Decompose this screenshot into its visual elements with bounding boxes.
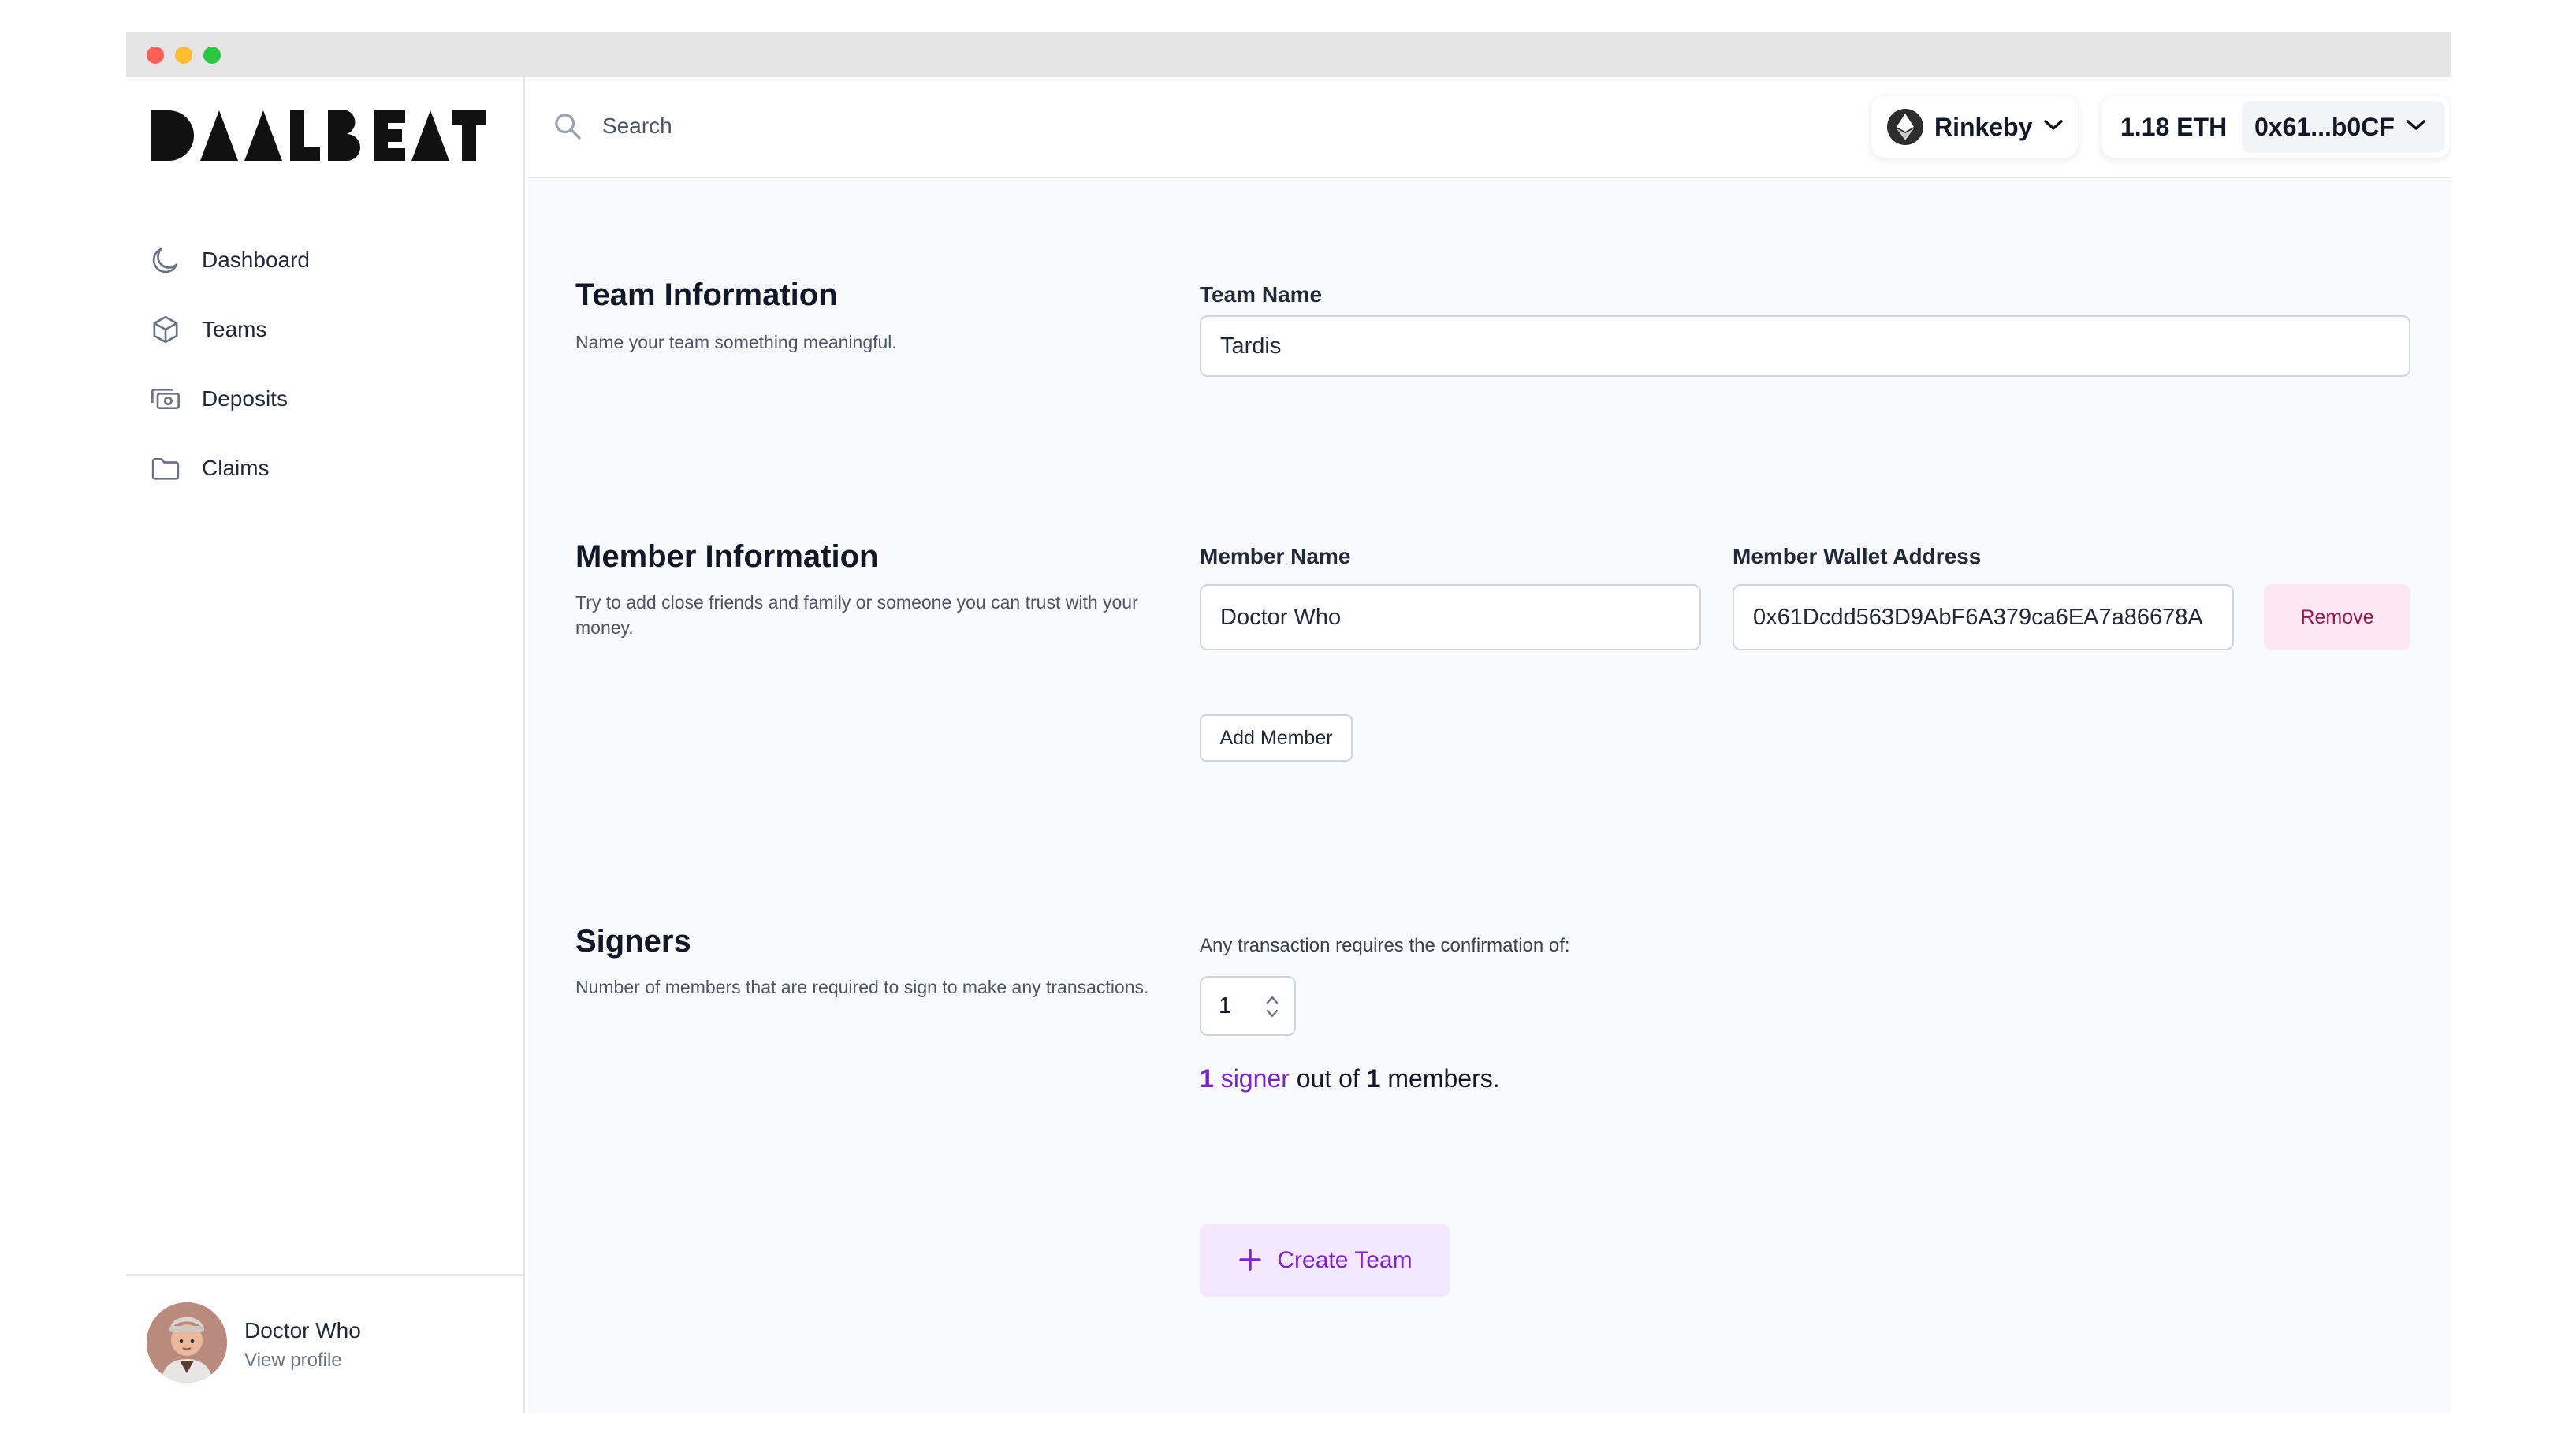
- member-wallet-label: Member Wallet Address: [1733, 544, 1982, 568]
- account-address: 0x61...b0CF: [2254, 112, 2395, 141]
- member-total: 1: [1366, 1064, 1381, 1093]
- team-info-title: Team Information: [575, 277, 838, 312]
- ethereum-icon: [1887, 109, 1923, 145]
- sidebar-item-label: Deposits: [202, 386, 288, 411]
- remove-member-button[interactable]: Remove: [2264, 584, 2410, 650]
- close-window-button[interactable]: [147, 47, 164, 64]
- sidebar-item-dashboard[interactable]: Dashboard: [148, 225, 310, 295]
- maximize-window-button[interactable]: [203, 47, 221, 64]
- member-wallet-input[interactable]: [1733, 584, 2234, 650]
- search-icon: [552, 110, 583, 142]
- signers-description: Number of members that are required to s…: [575, 977, 1149, 997]
- sidebar-item-deposits[interactable]: Deposits: [148, 364, 310, 434]
- up-down-arrows-icon: [1264, 992, 1280, 1022]
- add-member-button[interactable]: Add Member: [1200, 714, 1353, 762]
- member-name-input[interactable]: [1200, 584, 1701, 650]
- folder-icon: [148, 451, 183, 486]
- avatar[interactable]: [147, 1302, 227, 1383]
- team-info-description: Name your team something meaningful.: [575, 332, 897, 352]
- member-info-title: Member Information: [575, 539, 879, 574]
- sidebar-item-teams[interactable]: Teams: [148, 295, 310, 364]
- confirmation-text: Any transaction requires the confirmatio…: [1200, 935, 1570, 956]
- member-name-label: Member Name: [1200, 544, 1351, 568]
- cash-icon: [148, 382, 183, 416]
- team-name-input[interactable]: [1200, 315, 2410, 377]
- cube-icon: [148, 312, 183, 347]
- account-selector[interactable]: 0x61...b0CF: [2242, 101, 2445, 153]
- window-titlebar: [126, 32, 2451, 77]
- network-label: Rinkeby: [1934, 112, 2033, 141]
- chevron-down-icon: [2043, 119, 2064, 136]
- plus-icon: [1238, 1247, 1263, 1275]
- chevron-down-icon: [2406, 119, 2426, 136]
- search-input[interactable]: [602, 106, 1154, 147]
- signer-word: signer: [1220, 1064, 1290, 1093]
- minimize-window-button[interactable]: [175, 47, 192, 64]
- network-selector[interactable]: Rinkeby: [1871, 96, 2078, 158]
- team-name-label: Team Name: [1200, 282, 1323, 307]
- eth-balance: 1.18 ETH: [2120, 112, 2228, 141]
- logo[interactable]: [151, 110, 486, 161]
- signer-count-value: 1: [1219, 993, 1232, 1019]
- summary-end: members.: [1387, 1064, 1500, 1093]
- wallet-box: 1.18 ETH 0x61...b0CF: [2101, 96, 2450, 158]
- signer-count: 1: [1200, 1064, 1214, 1093]
- user-profile[interactable]: Doctor Who View profile: [126, 1274, 523, 1413]
- sidebar-item-label: Claims: [202, 456, 270, 480]
- daalbeat-logo: [151, 110, 486, 161]
- create-team-label: Create Team: [1277, 1247, 1413, 1273]
- member-info-description: Try to add close friends and family or s…: [575, 592, 1138, 638]
- top-bar: Rinkeby 1.18 ETH 0x61...b0CF: [527, 77, 2451, 178]
- sidebar-item-claims[interactable]: Claims: [148, 434, 310, 503]
- sidebar-item-label: Teams: [202, 317, 267, 341]
- signers-title: Signers: [575, 924, 691, 959]
- create-team-button[interactable]: Create Team: [1200, 1224, 1450, 1297]
- signer-count-select[interactable]: 1: [1200, 976, 1296, 1036]
- signer-summary: 1 signer out of 1 members.: [1200, 1064, 1500, 1093]
- sidebar: Dashboard Teams Deposits Claims Doctor W…: [126, 77, 525, 1413]
- summary-middle: out of: [1296, 1064, 1360, 1093]
- view-profile-link[interactable]: View profile: [244, 1350, 342, 1372]
- sidebar-item-label: Dashboard: [202, 248, 310, 272]
- moon-icon: [148, 243, 183, 277]
- sidebar-nav: Dashboard Teams Deposits Claims: [148, 225, 310, 503]
- profile-name: Doctor Who: [244, 1318, 361, 1343]
